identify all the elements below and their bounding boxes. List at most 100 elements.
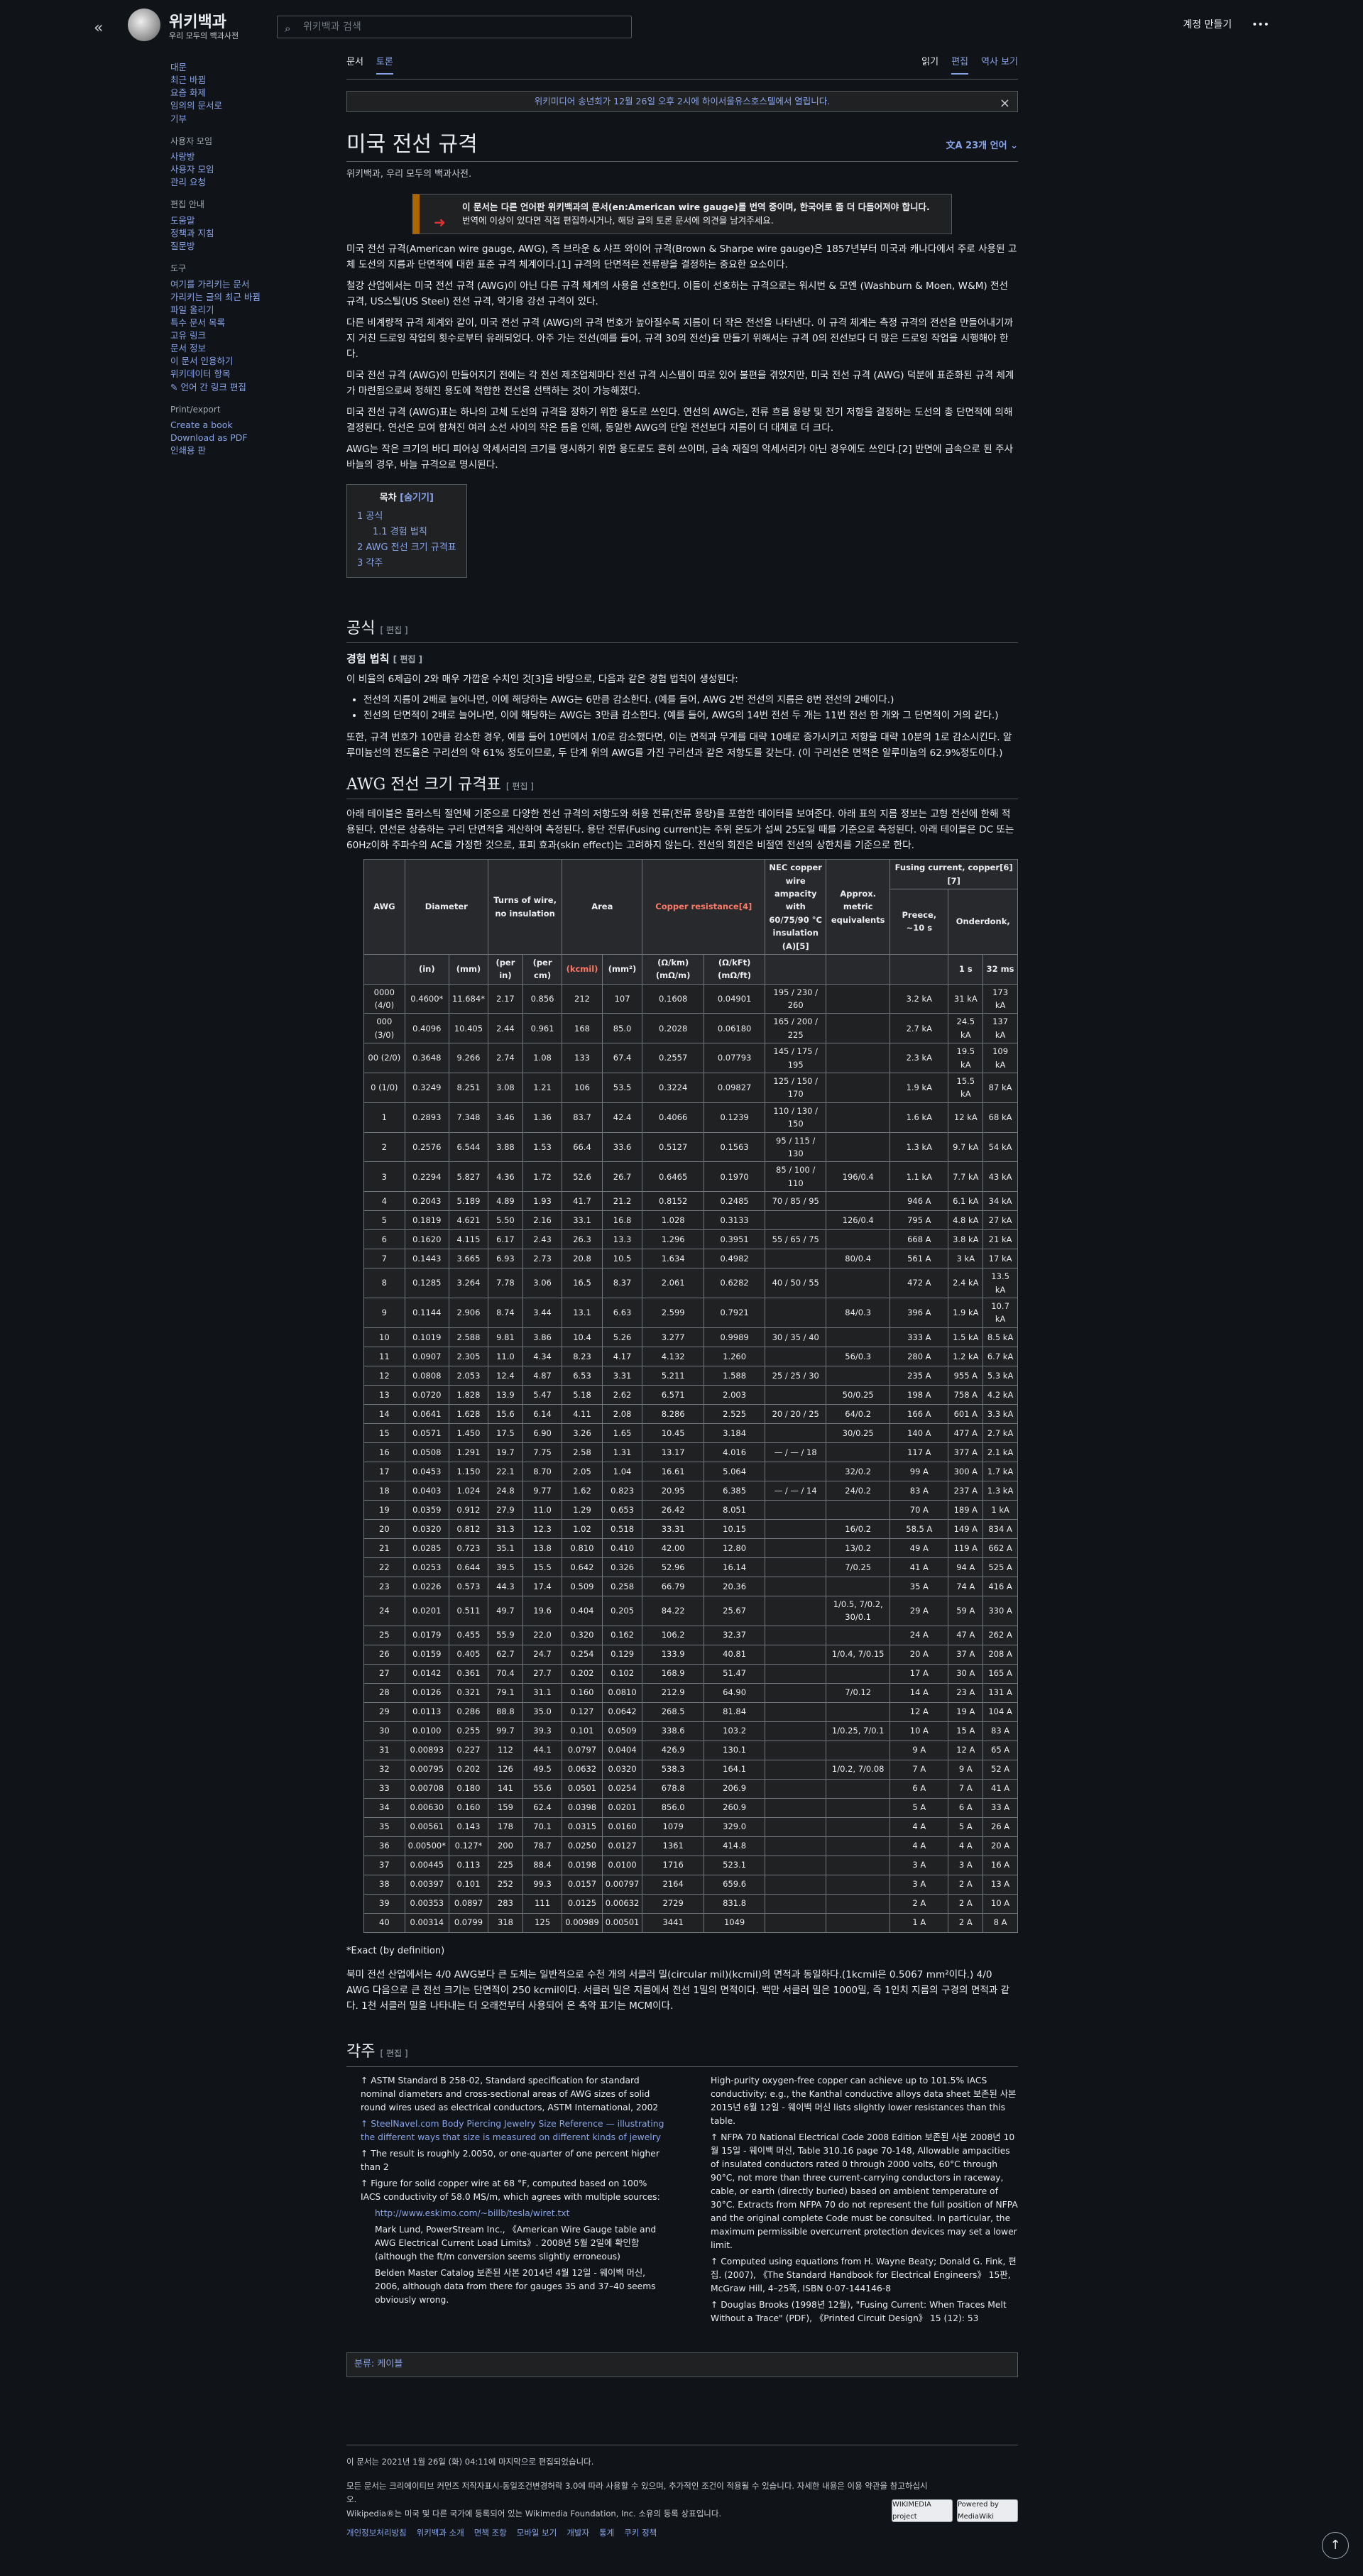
table-row: 39 0.00353 0.0897 283 111 0.0125 0.00632 2729 83… [363, 1893, 1018, 1914]
tab-edit[interactable]: 편집 [951, 55, 969, 75]
sidebar-help[interactable]: 도움말 [170, 214, 298, 227]
table-cell: 88.8 [487, 1701, 523, 1722]
toc-toggle[interactable]: [숨기기] [400, 493, 434, 503]
table-cell: 0.5127 [642, 1131, 704, 1163]
sidebar-tool-label: 언어 간 링크 편집 [180, 381, 246, 393]
sidebar-recent-changes[interactable]: 최근 바뀜 [170, 74, 298, 87]
search-input[interactable]: ⌕ 위키백과 검색 [277, 16, 632, 38]
scroll-to-top-icon[interactable]: ↑ [1322, 2532, 1349, 2559]
table-cell: 49 A [889, 1538, 949, 1558]
section-edit-link[interactable]: [ 편집 ] [393, 654, 422, 664]
table-cell: 0.162 [601, 1625, 643, 1645]
section-edit-link[interactable]: [ 편집 ] [506, 782, 534, 791]
footer-link[interactable]: 개발자 [566, 2526, 589, 2541]
table-row: 20 0.0320 0.812 31.3 12.3 1.02 0.518 33.31 10.15… [363, 1518, 1018, 1539]
footer-link[interactable]: 모바일 보기 [517, 2526, 557, 2541]
table-cell: 8 A [982, 1912, 1018, 1933]
table-cell: 26.7 [601, 1161, 643, 1193]
table-cell: 0.3249 [404, 1073, 449, 1103]
table-cell: 39.3 [522, 1721, 563, 1741]
footer-link[interactable]: 위키백과 소개 [417, 2526, 464, 2541]
table-cell [826, 1874, 891, 1895]
wikimedia-badge[interactable]: WIKIMEDIA project [892, 2499, 953, 2522]
section-heading: 각주 [ 편집 ] [346, 2039, 1018, 2067]
sidebar-tool[interactable]: 가리키는 글의 최근 바뀜 [170, 291, 298, 304]
tab-read[interactable]: 읽기 [921, 55, 938, 75]
sidebar-tool[interactable]: 특수 문서 목록 [170, 317, 298, 329]
close-icon[interactable]: × [1000, 94, 1010, 114]
tab-article[interactable]: 문서 [346, 55, 363, 75]
reference-item[interactable]: http://www.eskimo.com/~billb/tesla/wiret… [361, 2207, 668, 2220]
table-cell: 94 A [948, 1557, 984, 1577]
tab-talk[interactable]: 토론 [376, 55, 393, 75]
sidebar-tool[interactable]: 파일 올리기 [170, 304, 298, 317]
sidebar-tool[interactable]: 여기를 가리키는 문서 [170, 278, 298, 291]
table-cell: 0.0907 [404, 1346, 449, 1366]
footer-link[interactable]: 통계 [599, 2526, 614, 2541]
sidebar-download-pdf[interactable]: Download as PDF [170, 432, 298, 444]
table-cell: 40.81 [703, 1644, 766, 1665]
sidebar-village-pump[interactable]: 사랑방 [170, 150, 298, 163]
table-row: 35 0.00561 0.143 178 70.1 0.0315 0.0160 1079 329… [363, 1816, 1018, 1837]
table-cell: 0.9989 [703, 1327, 766, 1347]
section-edit-link[interactable]: [ 편집 ] [380, 2049, 407, 2059]
sidebar-tool[interactable]: 위키데이터 항목 [170, 368, 298, 380]
toc-item[interactable]: 2 AWG 전선 크기 규격표 [357, 542, 456, 553]
table-cell: 1.628 [448, 1403, 488, 1424]
sidebar-policy[interactable]: 정책과 지침 [170, 227, 298, 240]
table-cell: 0.326 [601, 1557, 643, 1577]
reference-item[interactable]: ↑ SteelNavel.com Body Piercing Jewelry S… [361, 2117, 668, 2144]
table-cell: 6.17 [487, 1229, 523, 1250]
sidebar-tool[interactable]: 이 문서 인용하기 [170, 355, 298, 368]
more-options-icon[interactable]: ••• [1252, 17, 1269, 33]
toc-item[interactable]: 1.1 경험 법칙 [373, 527, 427, 537]
table-cell: 1.450 [448, 1423, 488, 1443]
table-cell: 3.264 [448, 1268, 488, 1298]
table-cell: 83 A [889, 1480, 949, 1501]
table-cell: 0.410 [601, 1538, 643, 1558]
table-cell: 16.61 [642, 1461, 704, 1481]
footer-link[interactable]: 쿠키 정책 [624, 2526, 657, 2541]
toc-item[interactable]: 1 공식 [357, 511, 383, 522]
collapse-menu-icon[interactable]: « [94, 16, 103, 40]
sidebar-community[interactable]: 사용자 모임 [170, 163, 298, 176]
table-cell: 1.260 [703, 1346, 766, 1366]
table-cell: 80/0.4 [826, 1249, 891, 1269]
table-cell: 1/0.5, 7/0.2, 30/0.1 [826, 1595, 891, 1626]
tab-history[interactable]: 역사 보기 [981, 55, 1018, 75]
wikipedia-logo[interactable] [128, 9, 160, 41]
table-cell: 9.77 [522, 1480, 563, 1501]
site-notice-text[interactable]: 위키미디어 송년회가 12월 26일 오후 2시에 하이서울유스호스텔에서 열립… [535, 94, 831, 109]
toc-item[interactable]: 3 각주 [357, 558, 383, 569]
table-cell: 262 A [982, 1625, 1018, 1645]
sidebar-create-book[interactable]: Create a book [170, 419, 298, 432]
sidebar-edit-interlanguage[interactable]: ✎ 언어 간 링크 편집 [170, 381, 298, 394]
sidebar-tool[interactable]: 고유 링크 [170, 329, 298, 342]
table-cell: 26 [363, 1644, 405, 1665]
table-row: 40 0.00314 0.0799 318 125 0.00989 0.00501 3441 1… [363, 1912, 1018, 1933]
table-cell: 1.53 [522, 1131, 563, 1163]
table-cell: 1.828 [448, 1384, 488, 1405]
table-cell: 34 kA [982, 1191, 1018, 1212]
sidebar-random[interactable]: 임의의 문서로 [170, 99, 298, 112]
mediawiki-badge[interactable]: Powered by MediaWiki [957, 2499, 1018, 2522]
create-account-link[interactable]: 계정 만들기 [1183, 17, 1232, 33]
sidebar-current-events[interactable]: 요즘 화제 [170, 87, 298, 99]
language-button[interactable]: 文A 23개 언어 ⌄ [946, 139, 1018, 158]
sidebar-main-page[interactable]: 대문 [170, 61, 298, 74]
footer-link[interactable]: 개인정보처리방침 [346, 2526, 407, 2541]
table-cell: 659.6 [703, 1874, 766, 1895]
sidebar-printable[interactable]: 인쇄용 판 [170, 444, 298, 457]
table-cell: 2.74 [487, 1043, 523, 1074]
table-row: 31 0.00893 0.227 112 44.1 0.0797 0.0404 426.9 13… [363, 1740, 1018, 1760]
sidebar-admin-request[interactable]: 관리 요청 [170, 176, 298, 189]
sidebar-tool[interactable]: 문서 정보 [170, 342, 298, 355]
category-link[interactable]: 분류: 케이블 [354, 2359, 403, 2369]
footer-link[interactable]: 면책 조항 [474, 2526, 507, 2541]
sidebar-donate[interactable]: 기부 [170, 113, 298, 126]
sidebar-questions[interactable]: 질문방 [170, 240, 298, 253]
section-edit-link[interactable]: [ 편집 ] [380, 625, 407, 635]
table-cell: 5.50 [487, 1210, 523, 1231]
table-cell: 55.9 [487, 1625, 523, 1645]
table-cell: 0.0100 [404, 1721, 449, 1741]
